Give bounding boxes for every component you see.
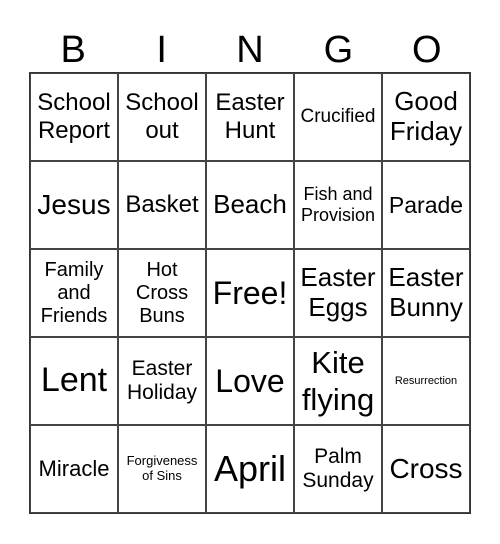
bingo-cell[interactable]: Resurrection — [382, 337, 470, 425]
bingo-cell[interactable]: Miracle — [30, 425, 118, 513]
bingo-cell[interactable]: Good Friday — [382, 73, 470, 161]
bingo-cell[interactable]: Basket — [118, 161, 206, 249]
bingo-cell[interactable]: Cross — [382, 425, 470, 513]
bingo-cell[interactable]: Hot Cross Buns — [118, 249, 206, 337]
bingo-cell[interactable]: Fish and Provision — [294, 161, 382, 249]
header-letter-i: I — [156, 29, 167, 71]
bingo-cell[interactable]: Lent — [30, 337, 118, 425]
header-letter-g: G — [323, 29, 354, 71]
bingo-grid: School Report School out Easter Hunt Cru… — [29, 72, 471, 514]
header-letter-o: O — [412, 29, 442, 71]
bingo-cell[interactable]: Easter Hunt — [206, 73, 294, 161]
bingo-cell[interactable]: Family and Friends — [30, 249, 118, 337]
bingo-cell[interactable]: School Report — [30, 73, 118, 161]
bingo-cell[interactable]: Love — [206, 337, 294, 425]
bingo-cell[interactable]: April — [206, 425, 294, 513]
free-space-cell[interactable]: Free! — [206, 249, 294, 337]
bingo-cell[interactable]: Beach — [206, 161, 294, 249]
bingo-cell[interactable]: Easter Eggs — [294, 249, 382, 337]
bingo-cell[interactable]: Palm Sunday — [294, 425, 382, 513]
bingo-cell[interactable]: Crucified — [294, 73, 382, 161]
bingo-cell[interactable]: Jesus — [30, 161, 118, 249]
header-letter-b: B — [60, 29, 86, 71]
bingo-header: B I N G O — [29, 28, 471, 72]
header-letter-n: N — [236, 29, 264, 71]
bingo-cell[interactable]: Easter Holiday — [118, 337, 206, 425]
bingo-cell[interactable]: School out — [118, 73, 206, 161]
bingo-cell[interactable]: Easter Bunny — [382, 249, 470, 337]
bingo-cell[interactable]: Forgiveness of Sins — [118, 425, 206, 513]
bingo-cell[interactable]: Kite flying — [294, 337, 382, 425]
bingo-cell[interactable]: Parade — [382, 161, 470, 249]
